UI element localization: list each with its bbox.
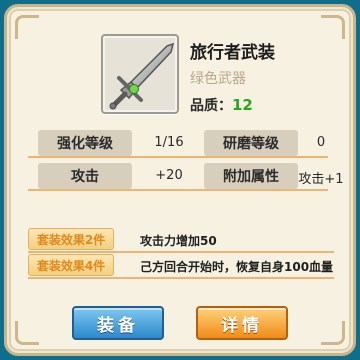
item-name: 旅行者武装	[190, 43, 275, 63]
stat-label: 研磨等级	[204, 130, 298, 156]
stat-row: 强化等级 1/16 研磨等级 0	[28, 126, 328, 159]
panel-corner-ornament	[15, 321, 39, 345]
set-effect-text: 攻击力增加50	[140, 234, 217, 248]
quality-label: 品质：	[190, 98, 232, 114]
stat-row: 攻击 +20 附加属性 攻击+1	[28, 159, 344, 192]
panel-corner-ornament	[321, 321, 345, 345]
item-quality: 品质：12	[190, 95, 253, 115]
stats-table: 强化等级 1/16 研磨等级 0 攻击 +20 附加属性 攻击+1	[28, 126, 344, 192]
stat-value: +20	[155, 168, 183, 183]
stat-label: 强化等级	[38, 130, 132, 156]
divider	[28, 277, 334, 279]
set-effect-row: 套装效果2件 攻击力增加50	[28, 226, 348, 253]
set-effect-row: 套装效果4件 己方回合开始时，恢复自身100血量	[28, 252, 348, 279]
stat-value: 攻击+1	[298, 172, 344, 187]
equip-button[interactable]: 装备	[72, 306, 164, 340]
item-category: 绿色武器	[190, 71, 246, 87]
item-icon-frame	[101, 34, 179, 114]
quality-value: 12	[232, 96, 253, 114]
sword-icon	[109, 42, 175, 110]
stat-value: 1/16	[154, 135, 184, 150]
set-effects: 套装效果2件 攻击力增加50 套装效果4件 己方回合开始时，恢复自身100血量	[28, 226, 348, 279]
panel-corner-ornament	[15, 15, 39, 39]
set-effect-text: 己方回合开始时，恢复自身100血量	[140, 260, 334, 274]
panel-corner-ornament	[321, 15, 345, 39]
divider	[28, 156, 328, 158]
detail-button[interactable]: 详情	[196, 306, 288, 340]
set-effect-label: 套装效果2件	[28, 228, 114, 250]
stat-label: 攻击	[38, 163, 132, 189]
divider	[28, 189, 328, 191]
stat-label: 附加属性	[204, 163, 298, 189]
set-effect-label: 套装效果4件	[28, 254, 114, 276]
stat-value: 0	[316, 135, 326, 150]
